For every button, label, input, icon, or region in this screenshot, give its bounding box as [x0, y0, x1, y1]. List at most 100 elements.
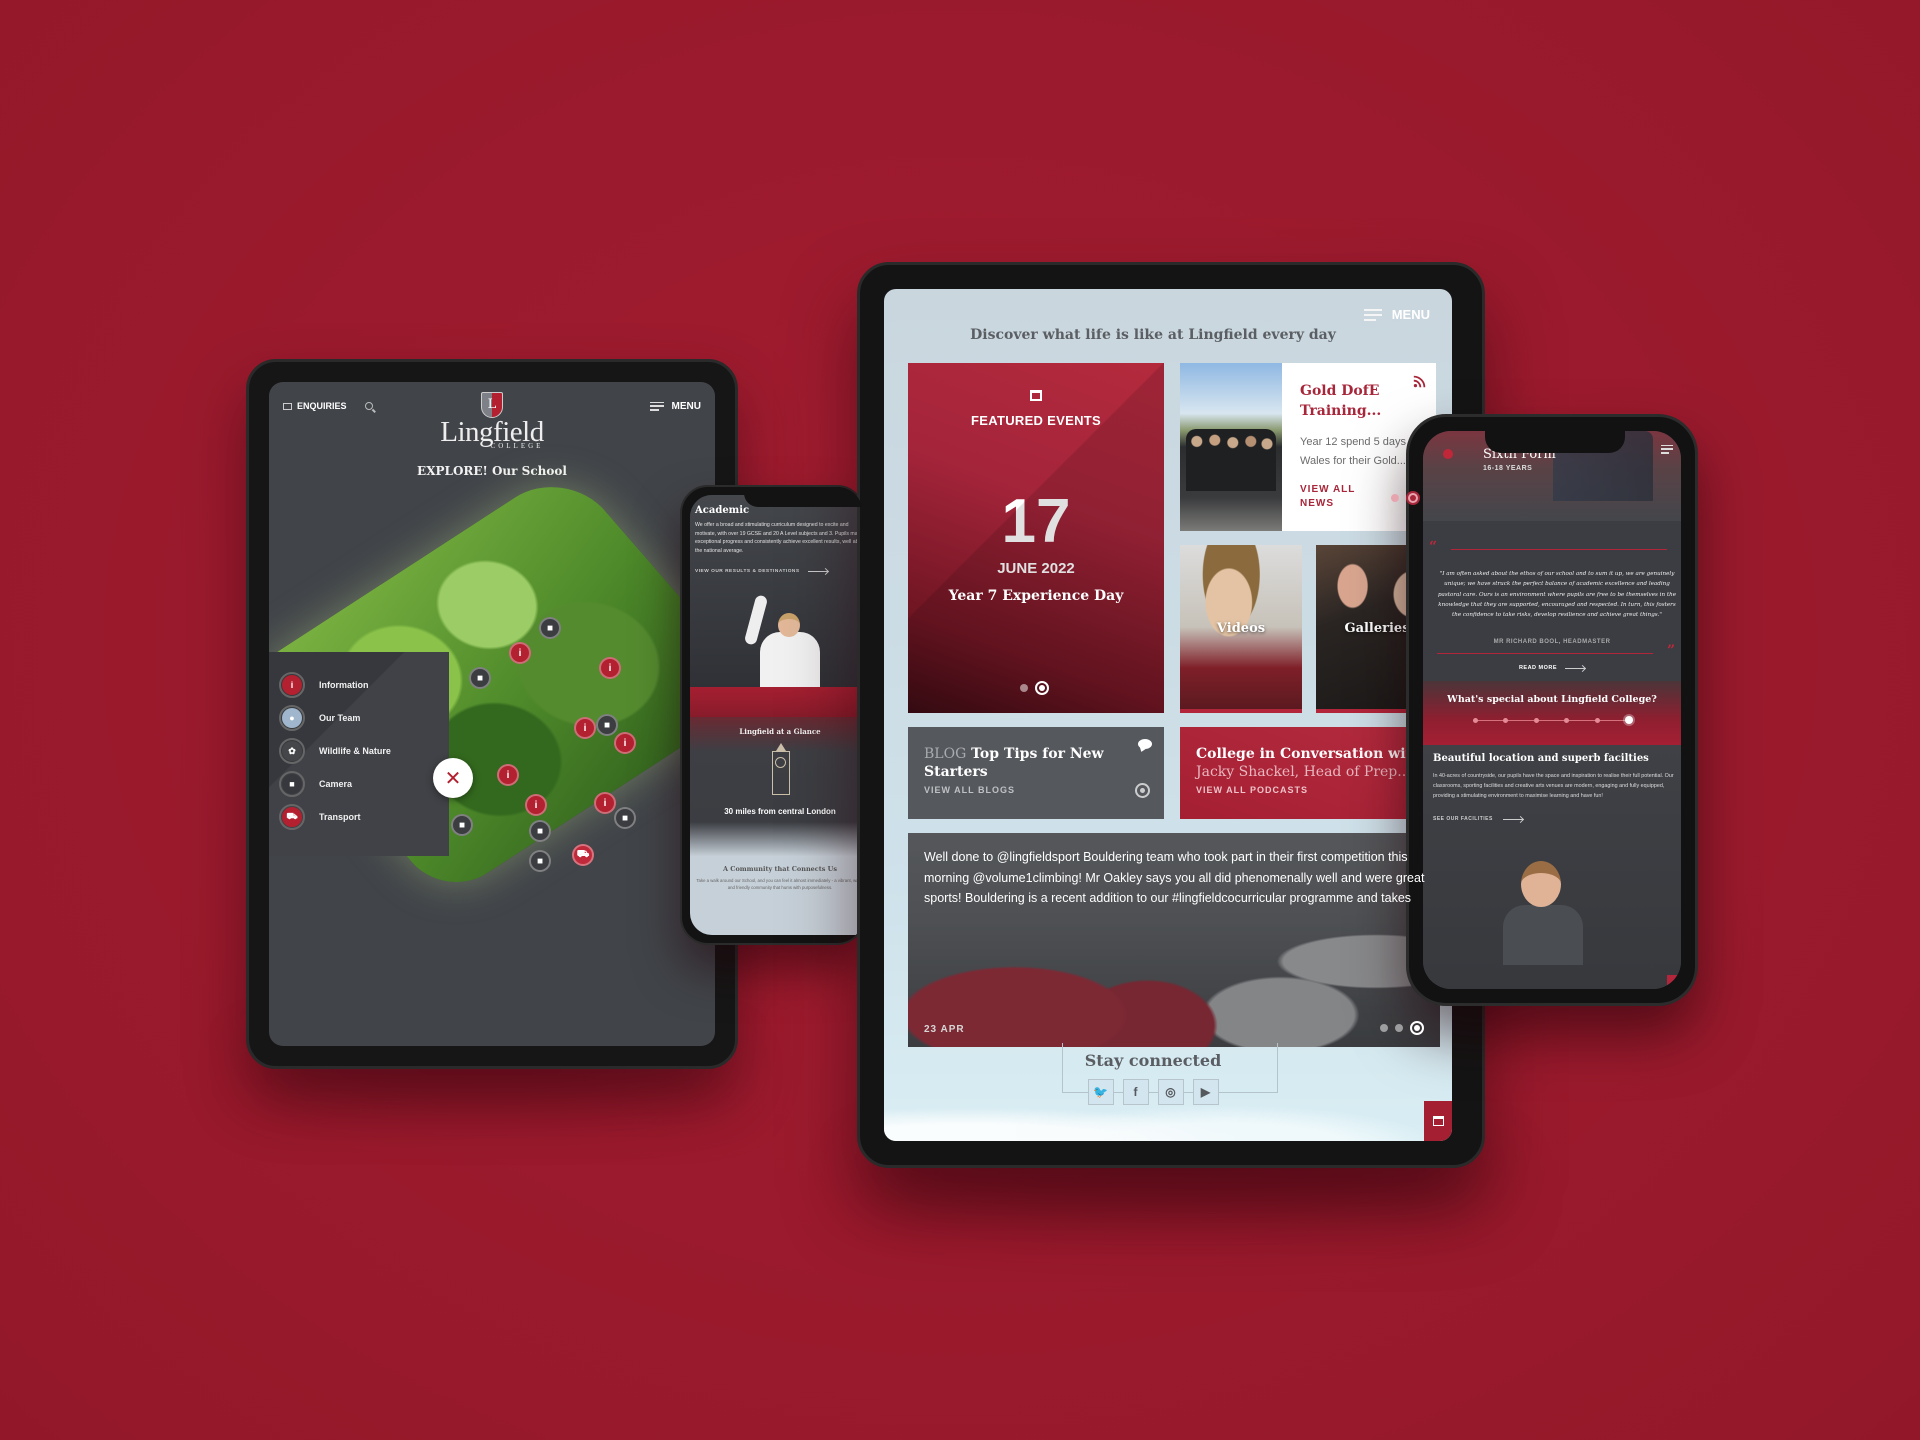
student-scientist-image [743, 594, 820, 687]
blog-title: BLOG Top Tips for New Starters [924, 745, 1124, 781]
tablet-left-screen: ENQUIRIES MENU L Lingfield COLLEGE EXPLO… [269, 382, 715, 1046]
map-legend-panel: i Information ● Our Team ✿ Wildlife & Na… [269, 652, 449, 856]
phone-notch [1485, 431, 1625, 453]
map-pin-information[interactable]: i [594, 792, 616, 814]
map-pin-information[interactable]: i [497, 764, 519, 786]
map-pin-information[interactable]: i [574, 717, 596, 739]
step-dot[interactable] [1503, 717, 1509, 723]
crest-icon: L [481, 392, 503, 418]
menu-button[interactable] [1661, 444, 1673, 454]
carousel-dot[interactable] [1391, 494, 1399, 502]
map-pin-camera[interactable]: ■ [529, 820, 551, 842]
step-dot-active[interactable] [1624, 716, 1633, 724]
speech-bubble-icon [1138, 739, 1152, 749]
legend-label: Our Team [319, 713, 361, 723]
phone-notch [744, 487, 863, 507]
community-text: Take a walk around our School, and you c… [696, 878, 864, 890]
phone-right-screen: Sixth Form 16-18 YEARS “ "I am often ask… [1423, 431, 1681, 989]
camera-icon: ■ [282, 774, 302, 794]
step-dot[interactable] [1533, 717, 1539, 723]
event-month-year: JUNE 2022 [997, 560, 1075, 577]
legend-label: Wildlife & Nature [319, 746, 391, 756]
menu-button[interactable]: MENU [1363, 307, 1430, 322]
read-more-link[interactable]: READ MORE [1423, 665, 1681, 671]
arrow-right-icon [807, 571, 828, 572]
podcast-card[interactable]: College in Conversation with Jacky Shack… [1180, 727, 1440, 819]
calendar-icon [1432, 1116, 1444, 1126]
map-pin-information[interactable]: i [614, 732, 636, 754]
location-text: In 40-acres of countryside, our pupils h… [1433, 773, 1674, 799]
podcast-subtitle: Jacky Shackel, Head of Prep... [1196, 764, 1411, 780]
read-more-label: READ MORE [1518, 665, 1558, 671]
legend-item-transport[interactable]: ⛟ Transport [279, 804, 361, 830]
close-legend-button[interactable]: ✕ [433, 758, 473, 798]
social-carousel-dots [1380, 1021, 1424, 1035]
map-pin-camera[interactable]: ■ [451, 814, 473, 836]
news-card[interactable]: Gold DofE Training... Year 12 spend 5 da… [1180, 363, 1436, 531]
map-pin-transport[interactable]: ⛟ [572, 844, 594, 866]
calendar-button[interactable] [1424, 1101, 1452, 1141]
clouds-decoration [884, 1081, 1452, 1141]
step-dot[interactable] [1564, 717, 1570, 723]
legend-item-camera[interactable]: ■ Camera [279, 771, 352, 797]
news-title[interactable]: Gold DofE Training... [1300, 381, 1410, 421]
blog-card[interactable]: BLOG Top Tips for New Starters VIEW ALL … [908, 727, 1164, 819]
academic-heading: Academic [695, 505, 750, 516]
big-ben-icon [770, 743, 792, 799]
see-facilities-label: SEE OUR FACILITIES [1433, 816, 1493, 822]
close-quote-icon: ” [1666, 643, 1675, 659]
see-facilities-link[interactable]: SEE OUR FACILITIES [1433, 816, 1523, 822]
carousel-dot[interactable] [1395, 1024, 1403, 1032]
special-section [1423, 681, 1681, 745]
blog-next-button[interactable] [1135, 783, 1150, 798]
headmaster-quote: "I am often asked about the ethos of our… [1437, 571, 1677, 619]
step-dot[interactable] [1594, 717, 1600, 723]
carousel-dot-active[interactable] [1035, 681, 1049, 695]
location-heading: Beautiful location and superb facilties [1433, 753, 1649, 764]
quote-divider-top [1451, 549, 1667, 550]
step-dot[interactable] [1473, 717, 1478, 723]
view-all-podcasts-link[interactable]: VIEW ALL PODCASTS [1196, 785, 1308, 795]
quote-divider-bottom [1437, 653, 1653, 654]
college-logo[interactable]: L Lingfield COLLEGE [269, 392, 715, 450]
featured-events-card[interactable]: FEATURED EVENTS 17 JUNE 2022 Year 7 Expe… [908, 363, 1164, 713]
map-pin-information[interactable]: i [509, 642, 531, 664]
map-pin-camera[interactable]: ■ [529, 850, 551, 872]
carousel-dot-active[interactable] [1410, 1021, 1424, 1035]
legend-item-information[interactable]: i Information [279, 672, 369, 698]
news-photo [1180, 363, 1282, 531]
view-all-blogs-link[interactable]: VIEW ALL BLOGS [924, 785, 1015, 795]
news-carousel-dots [1391, 491, 1420, 505]
arrow-right-icon [1565, 667, 1586, 669]
map-pin-camera[interactable]: ■ [596, 714, 618, 736]
carousel-dot-active[interactable] [1406, 491, 1420, 505]
paw-icon: ✿ [282, 741, 302, 761]
glance-stat: 30 miles from central London [724, 807, 836, 816]
legend-label: Information [319, 680, 369, 690]
special-heading: What's special about Lingfield College? [1447, 694, 1657, 705]
view-all-news-link[interactable]: VIEW ALL NEWS [1300, 483, 1360, 511]
tablet-school-life: MENU Discover what life is like at Lingf… [857, 262, 1485, 1168]
close-icon: ✕ [444, 767, 462, 790]
calendar-icon [1030, 390, 1042, 401]
map-pin-camera[interactable]: ■ [539, 617, 561, 639]
legend-item-wildlife[interactable]: ✿ Wildlife & Nature [279, 738, 391, 764]
event-carousel-dots [1020, 681, 1049, 695]
videos-tile[interactable]: Videos [1180, 545, 1302, 713]
rss-icon [1413, 375, 1426, 388]
carousel-dot[interactable] [1380, 1024, 1388, 1032]
glance-heading: Lingfield at a Glance [739, 727, 821, 736]
map-pin-camera[interactable]: ■ [469, 667, 491, 689]
person-icon: ● [282, 708, 302, 728]
podcast-headline: College in Conversation with [1196, 746, 1423, 762]
results-link[interactable]: VIEW OUR RESULTS & DESTINATIONS [695, 569, 828, 574]
carousel-dot[interactable] [1020, 684, 1028, 692]
podcast-title: College in Conversation with Jacky Shack… [1196, 745, 1440, 781]
social-post-card[interactable]: Well done to @lingfieldsport Bouldering … [908, 833, 1440, 1047]
logo-subtitle: COLLEGE [490, 442, 544, 450]
legend-item-our-team[interactable]: ● Our Team [279, 705, 360, 731]
map-pin-information[interactable]: i [525, 794, 547, 816]
map-pin-information[interactable]: i [599, 657, 621, 679]
phone-sixth-form: Sixth Form 16-18 YEARS “ "I am often ask… [1406, 414, 1698, 1006]
map-pin-camera[interactable]: ■ [614, 807, 636, 829]
